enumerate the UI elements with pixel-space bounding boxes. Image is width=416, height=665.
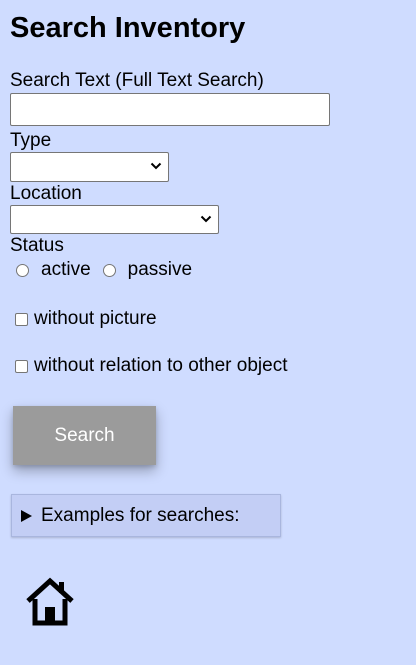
without-picture-option: without picture (15, 308, 157, 330)
type-label: Type (10, 130, 52, 151)
status-label: Status (10, 235, 64, 256)
chevron-down-icon (150, 162, 162, 170)
without-picture-label: without picture (34, 308, 157, 329)
search-text-label: Search Text (Full Text Search) (10, 70, 264, 91)
status-passive-label: passive (127, 259, 193, 280)
search-button[interactable]: Search (13, 406, 156, 465)
status-active-radio[interactable] (16, 263, 29, 277)
type-select[interactable] (10, 152, 169, 182)
search-text-input[interactable] (10, 93, 330, 126)
without-relation-option: without relation to other object (15, 355, 288, 377)
status-active-label: active (41, 259, 91, 280)
without-relation-checkbox[interactable] (15, 359, 28, 373)
location-select[interactable] (10, 205, 219, 234)
page-title: Search Inventory (10, 12, 246, 44)
without-picture-checkbox[interactable] (15, 312, 28, 326)
location-label: Location (10, 183, 82, 204)
home-icon[interactable] (24, 576, 76, 626)
triangle-right-icon (21, 509, 32, 522)
without-relation-label: without relation to other object (34, 355, 288, 376)
chevron-down-icon (200, 215, 212, 223)
examples-summary-label: Examples for searches: (41, 504, 240, 526)
search-inventory-page: Search Inventory Search Text (Full Text … (0, 0, 416, 665)
status-radio-group: active passive (16, 259, 204, 281)
examples-details-summary[interactable]: Examples for searches: (11, 494, 281, 537)
status-passive-radio[interactable] (102, 263, 116, 277)
